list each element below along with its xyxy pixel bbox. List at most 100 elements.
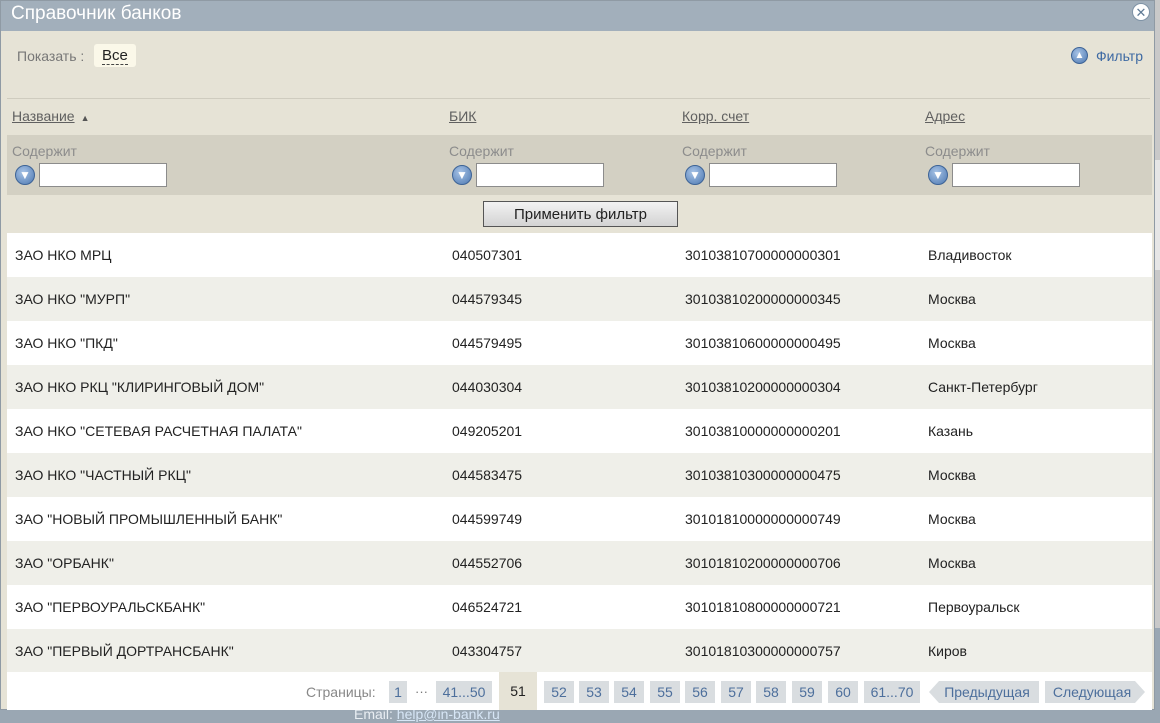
cell-address: Владивосток [928,247,1012,263]
cell-name: ЗАО НКО "СЕТЕВАЯ РАСЧЕТНАЯ ПАЛАТА" [15,423,302,439]
filter-row: Содержит ▼ Содержит ▼ Содержит ▼ Содержи… [7,135,1152,195]
cell-bik: 040507301 [452,247,523,263]
pagination-ellipsis: ··· [415,684,428,699]
bank-table: ЗАО НКО МРЦ 040507301 301038107000000003… [7,233,1152,673]
page-button[interactable]: 54 [614,681,644,703]
column-header-name-label: Название [12,108,75,124]
page-range-next-button[interactable]: 61...70 [864,681,920,703]
cell-bik: 044579345 [452,291,523,307]
dialog-title: Справочник банков [11,3,182,24]
table-row[interactable]: ЗАО НКО МРЦ 040507301 301038107000000003… [7,233,1152,277]
page-button[interactable]: 53 [579,681,609,703]
dialog-titlebar: Справочник банков ✕ [1,1,1154,31]
prev-page-button[interactable]: Предыдущая [929,681,1039,703]
table-row[interactable]: ЗАО НКО "ЧАСТНЫЙ РКЦ" 044583475 30103810… [7,453,1152,497]
bank-directory-dialog: Справочник банков ✕ Показать : Все ▲ Фил… [0,0,1155,710]
filter-address-input[interactable] [952,163,1080,187]
filter-bik: Содержит ▼ [449,143,604,187]
chevron-up-circle-icon: ▲ [1070,47,1088,64]
chevron-down-circle-icon[interactable]: ▼ [15,165,35,185]
cell-address: Москва [928,291,976,307]
chevron-down-circle-icon[interactable]: ▼ [928,165,948,185]
cell-account: 30101810000000000749 [685,511,841,527]
apply-filter-button[interactable]: Применить фильтр [483,201,678,227]
table-row[interactable]: ЗАО НКО РКЦ "КЛИРИНГОВЫЙ ДОМ" 044030304 … [7,365,1152,409]
filter-name-input[interactable] [39,163,167,187]
page-button[interactable]: 55 [650,681,680,703]
page-button[interactable]: 60 [828,681,858,703]
cell-name: ЗАО "ОРБАНК" [15,555,114,571]
next-page-button[interactable]: Следующая [1045,681,1145,703]
cell-name: ЗАО НКО РКЦ "КЛИРИНГОВЫЙ ДОМ" [15,379,265,395]
show-selector[interactable]: Все [94,44,136,67]
cell-bik: 046524721 [452,599,523,615]
table-row[interactable]: ЗАО "ОРБАНК" 044552706 30101810200000000… [7,541,1152,585]
column-header-address[interactable]: Адрес [925,108,965,124]
column-header-bik[interactable]: БИК [449,108,476,124]
cell-bik: 049205201 [452,423,523,439]
cell-address: Москва [928,511,976,527]
cell-bik: 044030304 [452,379,523,395]
cell-account: 30103810700000000301 [685,247,841,263]
column-header-name[interactable]: Название ▲ [12,108,89,124]
page-button[interactable]: 52 [544,681,574,703]
cell-bik: 044579495 [452,335,523,351]
close-icon[interactable]: ✕ [1132,3,1150,21]
cell-name: ЗАО "ПЕРВОУРАЛЬСКБАНК" [15,599,206,615]
cell-account: 30103810200000000345 [685,291,841,307]
filter-toggle-label: Фильтр [1095,47,1143,64]
pagination-label: Страницы: [306,684,376,700]
table-header: Название ▲ БИК Корр. счет Адрес [7,99,1152,135]
table-row[interactable]: ЗАО НКО "СЕТЕВАЯ РАСЧЕТНАЯ ПАЛАТА" 04920… [7,409,1152,453]
table-row[interactable]: ЗАО НКО "МУРП" 044579345 301038102000000… [7,277,1152,321]
page-current: 51 [499,672,537,710]
filter-bik-input[interactable] [476,163,604,187]
pagination: Страницы: 1 ··· 41...50 51 52 53 54 55 5… [7,672,1152,710]
table-row[interactable]: ЗАО "НОВЫЙ ПРОМЫШЛЕННЫЙ БАНК" 044599749 … [7,497,1152,541]
page-first-button[interactable]: 1 [389,681,407,703]
filter-toggle-button[interactable]: ▲ Фильтр [1070,47,1143,64]
cell-address: Казань [928,423,974,439]
sort-ascending-icon: ▲ [80,113,90,123]
filter-address: Содержит ▼ [925,143,1080,187]
cell-name: ЗАО "НОВЫЙ ПРОМЫШЛЕННЫЙ БАНК" [15,511,283,527]
filter-account-input[interactable] [709,163,837,187]
cell-account: 30101810300000000757 [685,643,841,659]
page-button[interactable]: 58 [756,681,786,703]
filter-name: Содержит ▼ [12,143,167,187]
page-button[interactable]: 59 [792,681,822,703]
filter-label: Содержит [682,143,747,159]
cell-address: Санкт-Петербург [928,379,1038,395]
show-value: Все [102,47,128,65]
column-header-account[interactable]: Корр. счет [682,108,749,124]
filter-label: Содержит [449,143,514,159]
cell-name: ЗАО НКО МРЦ [15,247,112,263]
cell-address: Первоуральск [928,599,1020,615]
page-button[interactable]: 57 [721,681,751,703]
cell-address: Москва [928,335,976,351]
table-row[interactable]: ЗАО НКО "ПКД" 044579495 3010381060000000… [7,321,1152,365]
cell-bik: 043304757 [452,643,523,659]
cell-account: 30103810300000000475 [685,467,841,483]
filter-label: Содержит [925,143,990,159]
show-label: Показать : [17,48,85,64]
chevron-down-circle-icon[interactable]: ▼ [685,165,705,185]
show-bar: Показать : Все ▲ Фильтр [7,32,1150,99]
cell-name: ЗАО НКО "ПКД" [15,335,118,351]
filter-label: Содержит [12,143,77,159]
apply-row: Применить фильтр [7,195,1152,233]
cell-address: Москва [928,555,976,571]
cell-bik: 044583475 [452,467,523,483]
cell-account: 30103810200000000304 [685,379,841,395]
table-row[interactable]: ЗАО "ПЕРВОУРАЛЬСКБАНК" 046524721 3010181… [7,585,1152,629]
cell-address: Киров [928,643,967,659]
filter-account: Содержит ▼ [682,143,837,187]
page-button[interactable]: 56 [685,681,715,703]
table-row[interactable]: ЗАО "ПЕРВЫЙ ДОРТРАНСБАНК" 043304757 3010… [7,629,1152,673]
chevron-down-circle-icon[interactable]: ▼ [452,165,472,185]
cell-account: 30103810000000000201 [685,423,841,439]
page-range-prev-button[interactable]: 41...50 [436,681,492,703]
cell-account: 30103810600000000495 [685,335,841,351]
cell-account: 30101810800000000721 [685,599,841,615]
cell-account: 30101810200000000706 [685,555,841,571]
